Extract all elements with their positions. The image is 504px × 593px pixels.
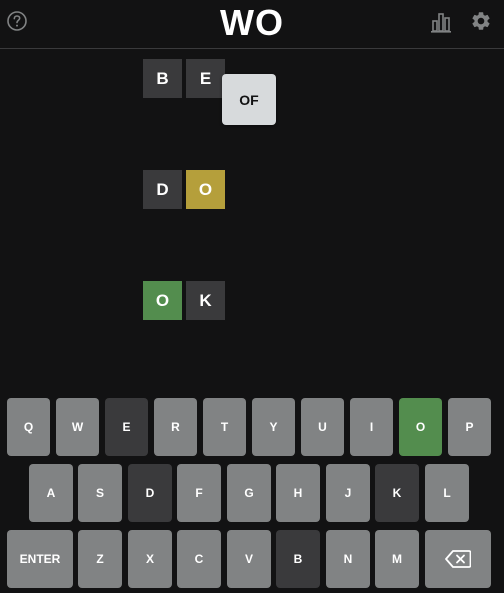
key-b[interactable]: B <box>276 530 320 588</box>
key-t[interactable]: T <box>203 398 246 456</box>
key-z[interactable]: Z <box>78 530 122 588</box>
bar-chart-icon[interactable] <box>430 11 452 33</box>
key-m[interactable]: M <box>375 530 419 588</box>
key-s[interactable]: S <box>78 464 122 522</box>
header: WO <box>0 0 504 49</box>
key-n[interactable]: N <box>326 530 370 588</box>
gear-icon[interactable] <box>470 10 492 32</box>
key-r[interactable]: R <box>154 398 197 456</box>
key-l[interactable]: L <box>425 464 469 522</box>
key-c[interactable]: C <box>177 530 221 588</box>
key-w[interactable]: W <box>56 398 99 456</box>
key-p[interactable]: P <box>448 398 491 456</box>
key-d[interactable]: D <box>128 464 172 522</box>
tile: D <box>143 170 182 209</box>
key-h[interactable]: H <box>276 464 320 522</box>
key-e[interactable]: E <box>105 398 148 456</box>
tile: O <box>143 281 182 320</box>
tile: O <box>186 170 225 209</box>
key-f[interactable]: F <box>177 464 221 522</box>
tile: B <box>143 59 182 98</box>
key-i[interactable]: I <box>350 398 393 456</box>
key-q[interactable]: Q <box>7 398 50 456</box>
key-o[interactable]: O <box>399 398 442 456</box>
game-title: WO <box>220 2 284 43</box>
tile: K <box>186 281 225 320</box>
word-popup: OF <box>222 74 276 125</box>
key-x[interactable]: X <box>128 530 172 588</box>
backspace-icon <box>445 550 471 568</box>
key-j[interactable]: J <box>326 464 370 522</box>
key-u[interactable]: U <box>301 398 344 456</box>
tile: E <box>186 59 225 98</box>
backspace-key[interactable] <box>425 530 491 588</box>
enter-key[interactable]: ENTER <box>7 530 73 588</box>
key-a[interactable]: A <box>29 464 73 522</box>
key-y[interactable]: Y <box>252 398 295 456</box>
key-v[interactable]: V <box>227 530 271 588</box>
key-g[interactable]: G <box>227 464 271 522</box>
key-k[interactable]: K <box>375 464 419 522</box>
